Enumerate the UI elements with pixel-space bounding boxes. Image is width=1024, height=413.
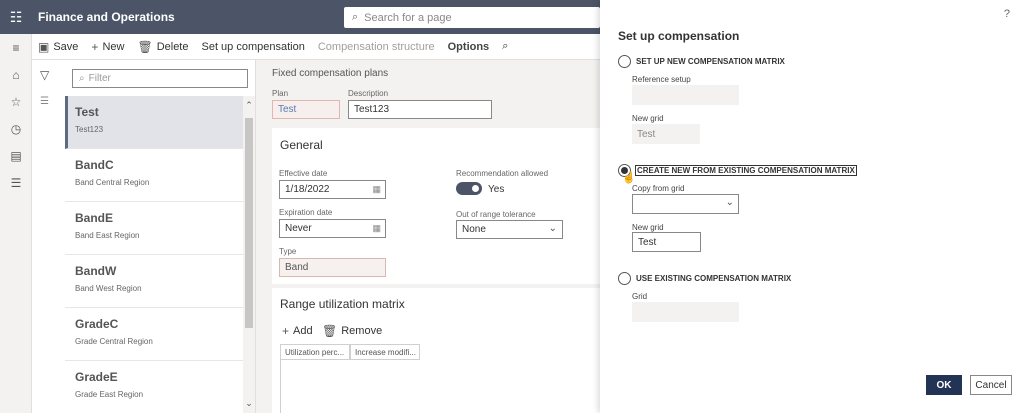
list-view-toggle-icon[interactable]: ☰ (40, 96, 49, 107)
list-item[interactable]: BandW Band West Region (65, 255, 243, 308)
chevron-down-icon[interactable]: ⌄ (243, 398, 255, 409)
new-grid-input[interactable]: Test (632, 232, 701, 252)
new-button[interactable]: + New (91, 40, 124, 54)
type-field[interactable]: Band (279, 258, 386, 277)
recommendation-value: Yes (488, 184, 505, 195)
plan-field[interactable]: Test (272, 100, 340, 119)
expiration-date-field[interactable]: Never ▦ (279, 219, 386, 238)
mouse-cursor-icon: ☝ (622, 172, 636, 184)
list-item[interactable]: Test Test123 (65, 96, 243, 149)
app-launcher-icon[interactable]: ☷ (0, 0, 32, 34)
reference-setup-field[interactable] (632, 85, 739, 105)
filter-row: ▽ ⌕ Filter (32, 60, 256, 94)
hamburger-menu-icon[interactable]: ≡ (0, 34, 32, 61)
list-item[interactable]: GradeC Grade Central Region (65, 308, 243, 361)
search-icon: ⌕ (79, 73, 85, 84)
app-title[interactable]: Finance and Operations (38, 10, 175, 24)
new-grid-label: New grid (632, 223, 664, 232)
description-label: Description (348, 89, 389, 98)
setup-compensation-button[interactable]: Set up compensation (201, 41, 304, 53)
copy-from-grid-label: Copy from grid (632, 184, 685, 193)
recent-clock-icon[interactable]: ◷ (0, 115, 32, 142)
out-of-range-select[interactable]: None ⌄ (456, 220, 563, 239)
grid-body (280, 360, 600, 413)
filter-input[interactable]: ⌕ Filter (72, 69, 248, 88)
out-of-range-label: Out of range tolerance (456, 210, 536, 219)
option-use-existing-label[interactable]: USE EXISTING COMPENSATION MATRIX (636, 274, 791, 283)
search-icon: ⌕ (352, 11, 359, 23)
details-pane: Fixed compensation plans Plan Test Descr… (256, 60, 600, 413)
list-scrollbar[interactable]: ⌃ ⌄ (243, 96, 255, 413)
grid-column-header[interactable]: Increase modifi... (350, 344, 420, 360)
save-icon: ▣ (38, 39, 50, 54)
effective-date-field[interactable]: 1/18/2022 ▦ (279, 180, 386, 199)
expiration-date-label: Expiration date (279, 208, 333, 217)
list-item[interactable]: BandE Band East Region (65, 202, 243, 255)
calendar-icon[interactable]: ▦ (372, 184, 381, 195)
list-item[interactable]: GradeE Grade East Region (65, 361, 243, 413)
add-button[interactable]: + Add (282, 324, 313, 338)
workspaces-icon[interactable]: ▤ (0, 142, 32, 169)
grid-label: Grid (632, 292, 648, 301)
grid-column-header[interactable]: Utilization perc... (280, 344, 350, 360)
type-label: Type (279, 247, 297, 256)
description-field[interactable]: Test123 (348, 100, 492, 119)
setup-compensation-dialog: ? Set up compensation SET UP NEW COMPENS… (600, 0, 1024, 413)
general-fasttab: General Effective date 1/18/2022 ▦ Recomm… (272, 128, 600, 284)
search-placeholder: Search for a page (364, 11, 452, 24)
effective-date-label: Effective date (279, 169, 328, 178)
plus-icon: + (282, 324, 290, 338)
page-search-input[interactable]: ⌕ Search for a page (344, 7, 600, 28)
trash-icon: 🗑 (137, 39, 153, 54)
range-utilization-title[interactable]: Range utilization matrix (280, 297, 405, 311)
help-icon[interactable]: ? (1004, 8, 1010, 20)
save-button[interactable]: ▣ Save (38, 40, 78, 54)
recommendation-toggle[interactable] (456, 182, 482, 195)
dialog-title: Set up compensation (618, 29, 740, 43)
list-pane: ▽ ⌕ Filter ☰ Test Test123 BandC Band Cen… (32, 60, 256, 413)
new-grid-field-disabled[interactable]: Test (632, 124, 700, 144)
options-button[interactable]: Options (448, 41, 490, 53)
copy-from-grid-select[interactable]: ⌄ (632, 194, 739, 214)
ok-button[interactable]: OK (926, 375, 962, 395)
chevron-down-icon: ⌄ (548, 223, 557, 234)
action-search-icon[interactable]: ⌕ (502, 40, 508, 53)
new-grid-label: New grid (632, 114, 664, 123)
compensation-structure-button[interactable]: Compensation structure (318, 41, 435, 53)
radio-setup-new-matrix[interactable] (618, 55, 631, 68)
home-icon[interactable]: ⌂ (0, 61, 32, 88)
scrollbar-thumb[interactable] (245, 118, 253, 328)
calendar-icon[interactable]: ▦ (372, 223, 381, 234)
grid-field[interactable] (632, 302, 739, 322)
option-create-from-existing-label[interactable]: CREATE NEW FROM EXISTING COMPENSATION MA… (635, 165, 857, 176)
action-pane: ▣ Save + New 🗑 Delete Set up compensation C… (32, 34, 600, 60)
range-utilization-fasttab: Range utilization matrix + Add 🗑 Remove Ut… (272, 288, 600, 413)
page-title: Fixed compensation plans (272, 68, 389, 79)
favorites-star-icon[interactable]: ☆ (0, 88, 32, 115)
chevron-down-icon: ⌄ (725, 197, 734, 208)
recommendation-label: Recommendation allowed (456, 169, 549, 178)
top-nav-bar: ☷ Finance and Operations ⌕ Search for a … (0, 0, 600, 34)
plus-icon: + (91, 39, 99, 54)
delete-button[interactable]: 🗑 Delete (137, 40, 188, 54)
remove-button[interactable]: 🗑 Remove (322, 324, 382, 338)
trash-icon: 🗑 (322, 324, 338, 338)
cancel-button[interactable]: Cancel (970, 375, 1012, 395)
chevron-up-icon[interactable]: ⌃ (243, 100, 255, 111)
list-item[interactable]: BandC Band Central Region (65, 149, 243, 202)
filter-funnel-icon[interactable]: ▽ (40, 68, 49, 82)
reference-setup-label: Reference setup (632, 75, 691, 84)
modules-list-icon[interactable]: ☰ (0, 169, 32, 196)
option-setup-new-label[interactable]: SET UP NEW COMPENSATION MATRIX (636, 57, 785, 66)
plan-list: Test Test123 BandC Band Central Region B… (65, 96, 243, 413)
plan-label: Plan (272, 89, 289, 98)
radio-use-existing-matrix[interactable] (618, 272, 631, 285)
general-title[interactable]: General (280, 138, 323, 152)
navigation-rail: ≡ ⌂ ☆ ◷ ▤ ☰ (0, 34, 32, 413)
